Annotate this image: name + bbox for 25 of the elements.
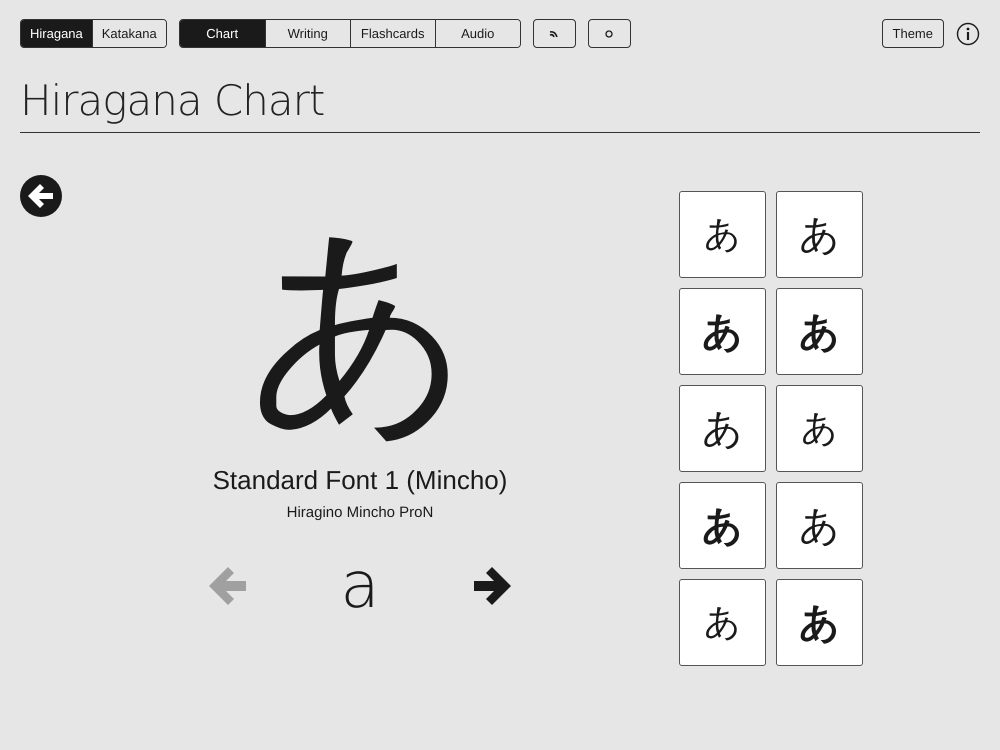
circle-icon	[605, 30, 614, 38]
stroke-button[interactable]	[532, 19, 576, 48]
theme-button[interactable]: Theme	[882, 19, 944, 48]
script-tab[interactable]: Hiragana	[21, 20, 92, 47]
font-tile[interactable]: あ	[679, 385, 766, 472]
mode-tab[interactable]: Chart	[180, 20, 265, 47]
romaji-label: a	[340, 551, 380, 621]
script-tab[interactable]: Katakana	[92, 20, 166, 47]
font-tile[interactable]: あ	[776, 482, 863, 569]
mode-tab[interactable]: Audio	[434, 20, 520, 47]
font-tile[interactable]: あ	[679, 482, 766, 569]
font-name: Standard Font 1 (Mincho)	[212, 465, 508, 496]
font-family-name: Hiragino Mincho ProN	[286, 504, 434, 521]
info-icon[interactable]	[956, 22, 980, 46]
font-tile[interactable]: あ	[776, 579, 863, 666]
font-tile[interactable]: あ	[679, 191, 766, 278]
font-tile[interactable]: あ	[776, 191, 863, 278]
kana-character: あ	[248, 205, 472, 452]
font-tile[interactable]: あ	[776, 385, 863, 472]
font-tile[interactable]: あ	[679, 579, 766, 666]
stroke-icon	[549, 30, 560, 38]
font-tile[interactable]: あ	[776, 288, 863, 375]
page-title: Hiragana Chart	[20, 48, 980, 133]
circle-button[interactable]	[588, 19, 631, 48]
font-tile[interactable]: あ	[679, 288, 766, 375]
